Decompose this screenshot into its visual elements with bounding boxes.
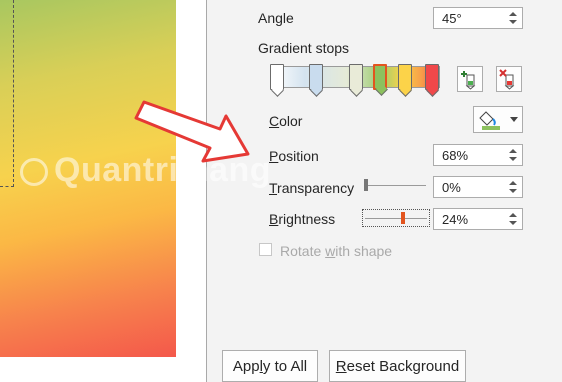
transparency-spinner[interactable]: 0% xyxy=(433,176,523,198)
slide-selection-border xyxy=(0,0,14,187)
transparency-label: Transparency xyxy=(269,180,355,196)
rotate-with-shape-label: Rotate with shape xyxy=(280,243,393,259)
angle-spinner[interactable]: 45° xyxy=(433,7,523,29)
paint-bucket-icon xyxy=(479,111,518,130)
lightbulb-logo-icon xyxy=(20,158,48,187)
reset-background-button[interactable]: Reset Background xyxy=(329,350,466,382)
transparency-slider-track[interactable] xyxy=(364,185,426,186)
gradient-stop-marker[interactable] xyxy=(425,64,439,97)
add-gradient-stop-icon xyxy=(461,71,476,90)
gradient-stop-marker[interactable] xyxy=(309,64,323,97)
transparency-value[interactable]: 0% xyxy=(442,180,461,195)
transparency-down-arrow-icon[interactable] xyxy=(509,189,517,193)
gradient-stop-marker[interactable] xyxy=(349,64,363,97)
position-up-arrow-icon[interactable] xyxy=(509,149,517,153)
position-label: Position xyxy=(269,148,319,164)
brightness-slider-thumb[interactable] xyxy=(401,212,405,224)
gradient-stop-marker[interactable] xyxy=(270,64,284,97)
color-picker-button[interactable] xyxy=(473,106,523,133)
brightness-down-arrow-icon[interactable] xyxy=(509,221,517,225)
color-label: Color xyxy=(269,113,303,129)
add-gradient-stop-button[interactable] xyxy=(457,66,483,92)
transparency-slider-thumb[interactable] xyxy=(364,179,368,191)
brightness-value[interactable]: 24% xyxy=(442,212,468,227)
gradient-stop-marker[interactable] xyxy=(373,64,388,96)
brightness-spinner[interactable]: 24% xyxy=(433,208,523,230)
position-down-arrow-icon[interactable] xyxy=(509,157,517,161)
brightness-slider-focus[interactable] xyxy=(362,209,430,227)
position-value[interactable]: 68% xyxy=(442,148,468,163)
angle-value[interactable]: 45° xyxy=(442,11,462,26)
remove-gradient-stop-icon xyxy=(499,69,515,90)
gradient-stops-label: Gradient stops xyxy=(258,40,350,56)
angle-label: Angle xyxy=(258,10,294,26)
angle-down-arrow-icon[interactable] xyxy=(509,20,517,24)
gradient-stop-marker[interactable] xyxy=(398,64,412,97)
transparency-up-arrow-icon[interactable] xyxy=(509,181,517,185)
brightness-slider-track[interactable] xyxy=(365,218,427,219)
remove-gradient-stop-button[interactable] xyxy=(496,66,522,92)
angle-up-arrow-icon[interactable] xyxy=(509,12,517,16)
watermark: Quantrimang xyxy=(20,151,271,190)
chevron-down-icon xyxy=(510,117,518,122)
apply-to-all-button[interactable]: Apply to All xyxy=(222,350,318,382)
brightness-up-arrow-icon[interactable] xyxy=(509,213,517,217)
brightness-label: Brightness xyxy=(269,211,336,227)
pane-gap xyxy=(176,0,206,382)
position-spinner[interactable]: 68% xyxy=(433,144,523,166)
rotate-with-shape-checkbox[interactable] xyxy=(259,243,272,256)
